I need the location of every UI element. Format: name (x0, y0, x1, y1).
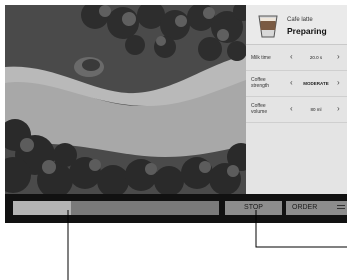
callout-lines (67, 210, 347, 280)
